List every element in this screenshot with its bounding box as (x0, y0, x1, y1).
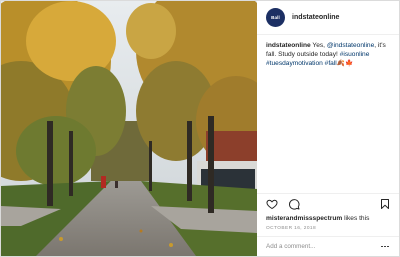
mention-link[interactable]: @indstateonline (327, 42, 374, 49)
add-comment-input[interactable] (266, 243, 379, 251)
caption-text: Yes, (312, 42, 326, 50)
more-dots-icon[interactable] (379, 242, 391, 252)
username-link[interactable]: indstateonline (292, 14, 339, 21)
hashtag-link[interactable]: #tuesdaymotivation (266, 60, 323, 67)
dot (384, 245, 386, 248)
hashtag-link[interactable]: #isuonline (340, 51, 370, 58)
save-button[interactable] (378, 197, 392, 211)
autumn-campus-walkway-photo (1, 1, 257, 256)
caption-username-link[interactable]: indstateonline (266, 42, 311, 49)
comment-button[interactable] (287, 197, 301, 211)
likes-suffix: likes this (344, 215, 370, 223)
instagram-post: Ball indstateonline indstateonline Yes, … (0, 0, 400, 257)
dot (387, 245, 389, 248)
liker-username-link[interactable]: misterandmissspectrum (266, 215, 342, 222)
leaf-emoji: 🍂🍁 (336, 60, 354, 68)
post-caption: indstateonline Yes, @indstateonline, it'… (257, 35, 399, 192)
post-sidebar: Ball indstateonline indstateonline Yes, … (257, 1, 399, 256)
post-date[interactable]: OCTOBER 16, 2018 (257, 223, 399, 236)
heart-icon (266, 199, 278, 210)
hashtag-link[interactable]: #fall (325, 60, 337, 67)
action-bar (257, 192, 399, 215)
bookmark-icon (381, 199, 389, 210)
dot (381, 245, 383, 248)
avatar[interactable]: Ball (266, 8, 285, 28)
post-header: Ball indstateonline (257, 1, 399, 36)
comment-bubble-icon (289, 199, 300, 210)
likes-line: misterandmissspectrum likes this (257, 214, 399, 223)
like-button[interactable] (265, 197, 279, 211)
post-photo[interactable] (1, 1, 257, 256)
comment-box (257, 236, 399, 256)
